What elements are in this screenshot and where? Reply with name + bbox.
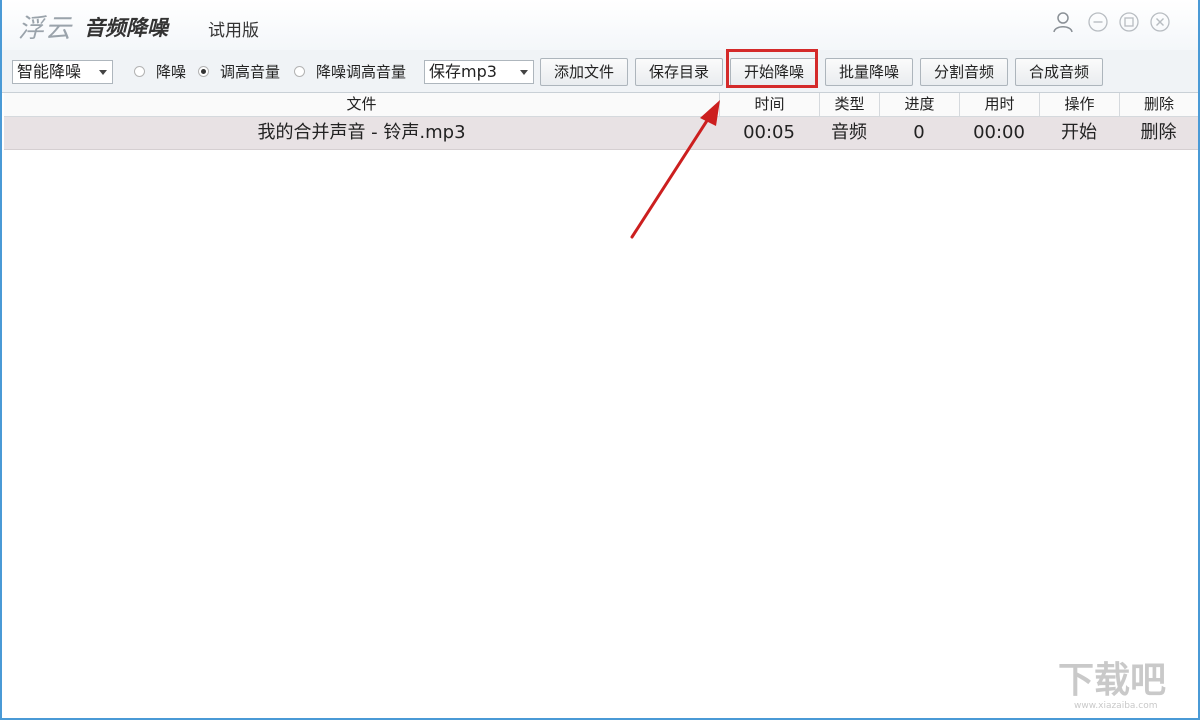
highlight-box [726,49,818,88]
format-select[interactable]: 保存mp3 [424,60,534,84]
radio-label: 降噪调高音量 [316,63,407,81]
radio-denoise[interactable]: 降噪 [134,62,194,82]
watermark: 下载吧 www.xiazaiba.com [1054,652,1184,712]
radio-denoise-volume-up[interactable]: 降噪调高音量 [294,62,418,82]
col-delete[interactable]: 删除 [1119,93,1198,116]
file-table: 文件 时间 类型 进度 用时 操作 删除 我的合并声音 - 铃声.mp3 00:… [4,93,1198,150]
radio-label: 调高音量 [220,63,281,81]
radio-button[interactable] [134,66,145,77]
format-select-value: 保存mp3 [429,62,497,81]
maximize-icon[interactable] [1118,11,1140,33]
toolbar: 智能降噪 降噪 调高音量 降噪调高音量 保存mp3 添加文件 保存目录 开始降噪… [2,50,1198,93]
mode-select[interactable]: 智能降噪 [12,60,113,84]
col-action[interactable]: 操作 [1039,93,1119,116]
table-row[interactable]: 我的合并声音 - 铃声.mp3 00:05 音频 0 00:00 开始 删除 [4,117,1198,150]
cell-type: 音频 [831,122,867,143]
svg-text:下载吧: 下载吧 [1058,660,1166,701]
col-time[interactable]: 时间 [719,93,819,116]
close-icon[interactable] [1149,11,1171,33]
titlebar: 浮云 音频降噪 试用版 [2,0,1198,50]
col-type[interactable]: 类型 [819,93,879,116]
app-name: 音频降噪 [84,16,168,40]
app-window: 浮云 音频降噪 试用版 智能降噪 降噪 调高音量 降噪调高音量 保存mp3 添加… [0,0,1200,720]
cell-time: 00:05 [743,122,795,143]
radio-button-checked[interactable] [198,66,209,77]
cell-progress: 0 [913,122,925,143]
cell-file: 我的合并声音 - 铃声.mp3 [257,122,466,143]
merge-audio-button[interactable]: 合成音频 [1015,58,1103,86]
chevron-down-icon [99,70,107,75]
mode-select-value: 智能降噪 [17,62,82,81]
col-file[interactable]: 文件 [4,93,719,116]
user-icon[interactable] [1052,11,1074,33]
delete-link[interactable]: 删除 [1119,117,1198,149]
batch-denoise-button[interactable]: 批量降噪 [825,58,913,86]
watermark-logo: 下载吧 www.xiazaiba.com [1058,660,1166,711]
split-audio-button[interactable]: 分割音频 [920,58,1008,86]
radio-button[interactable] [294,66,305,77]
add-file-button[interactable]: 添加文件 [540,58,628,86]
cell-elapsed: 00:00 [973,122,1025,143]
save-dir-button[interactable]: 保存目录 [635,58,723,86]
table-header: 文件 时间 类型 进度 用时 操作 删除 [4,93,1198,117]
annotation-arrow [630,100,720,239]
start-link[interactable]: 开始 [1039,117,1119,149]
minimize-icon[interactable] [1087,11,1109,33]
col-progress[interactable]: 进度 [879,93,959,116]
svg-text:www.xiazaiba.com: www.xiazaiba.com [1074,701,1158,711]
edition-label: 试用版 [208,21,259,41]
radio-label: 降噪 [156,63,187,81]
chevron-down-icon [520,70,528,75]
radio-volume-up[interactable]: 调高音量 [198,62,290,82]
logo-brand: 浮云 [18,14,73,44]
col-elapsed[interactable]: 用时 [959,93,1039,116]
